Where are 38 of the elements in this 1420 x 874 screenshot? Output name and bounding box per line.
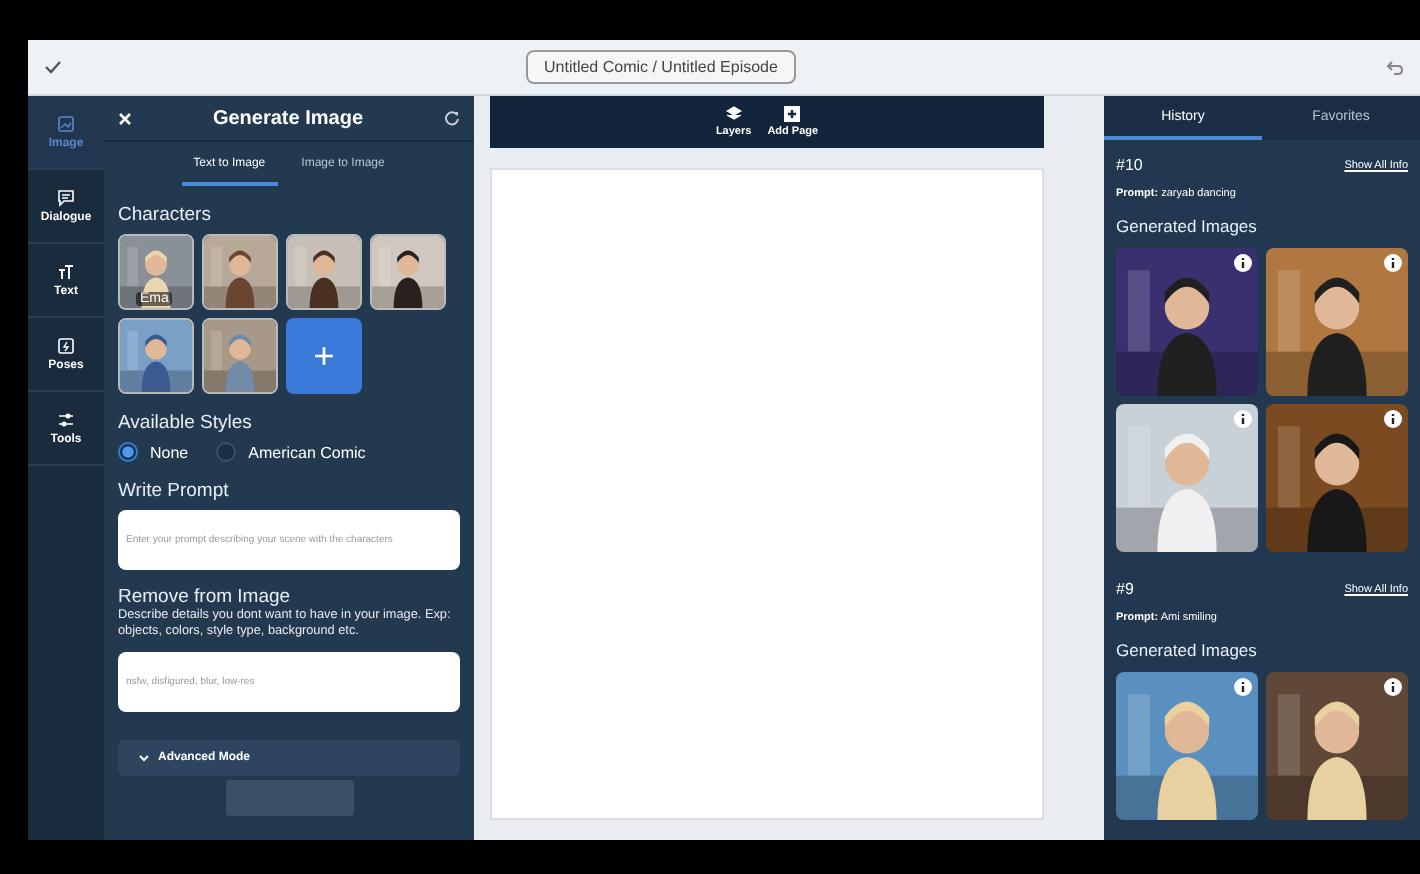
section-heading: Write Prompt [118,480,231,502]
check-icon[interactable] [44,60,62,74]
character-thumbnail[interactable] [286,234,362,310]
undo-icon[interactable] [1386,59,1404,75]
character-thumbnail[interactable] [202,234,278,310]
document-title: Untitled Comic / Untitled Episode [526,50,796,84]
radio-label: None [150,443,189,461]
radio-button[interactable] [118,442,138,462]
entry-number: #10 [1116,156,1143,174]
section-heading: Generated Images [1116,216,1259,236]
entry-number: #9 [1116,580,1134,598]
panel-title: Generate Image [210,107,366,129]
character-thumbnail[interactable] [202,318,278,394]
speech-bubble-icon [56,188,76,208]
text-icon [56,262,76,282]
section-heading: Generated Images [1116,640,1259,660]
close-icon[interactable] [118,111,132,125]
section-heading: Remove from Image [118,586,293,608]
image-icon [56,114,76,134]
layers-icon [725,106,742,122]
info-icon[interactable] [1234,678,1252,696]
info-icon[interactable] [1384,254,1402,272]
character-thumbnail[interactable] [370,234,446,310]
radio-label: American Comic [248,443,366,461]
chevron-icon [138,753,150,762]
info-icon[interactable] [1234,410,1252,428]
section-heading: Characters [118,204,213,226]
info-icon[interactable] [1234,254,1252,272]
refresh-icon[interactable] [444,110,460,126]
radio-button[interactable] [216,442,237,462]
section-heading: Available Styles [118,412,254,434]
sliders-icon [56,410,76,430]
info-icon[interactable] [1384,678,1402,696]
info-icon[interactable] [1384,410,1402,428]
character-thumbnail[interactable] [118,318,194,394]
pose-icon [56,336,76,356]
plus-square-icon [784,106,801,122]
add-character-button[interactable]: + [286,318,362,394]
